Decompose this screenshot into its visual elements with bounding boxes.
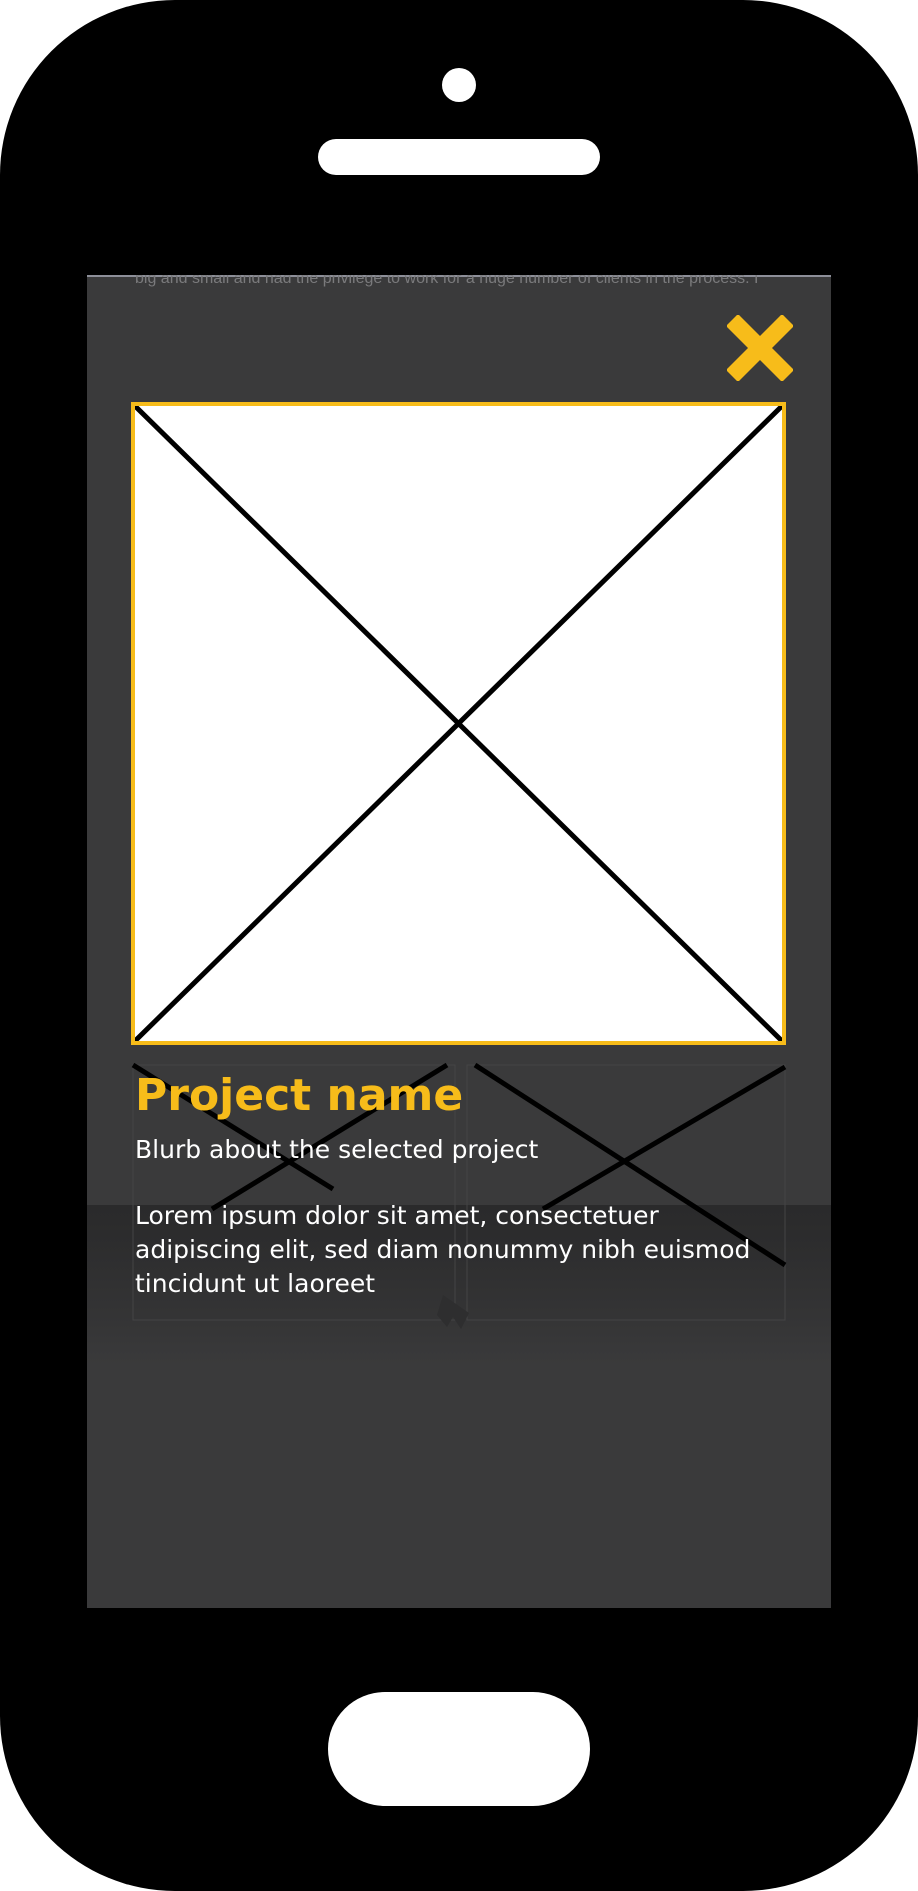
phone-device: big and small and had the privilege to w… bbox=[0, 0, 918, 1891]
project-blurb: Blurb about the selected project bbox=[135, 1135, 539, 1164]
project-description: Lorem ipsum dolor sit amet, consectetuer… bbox=[135, 1201, 751, 1298]
phone-screen: big and small and had the privilege to w… bbox=[87, 275, 831, 1608]
placeholder-cross-icon bbox=[135, 406, 782, 1041]
home-button[interactable] bbox=[328, 1692, 590, 1806]
project-title: Project name bbox=[135, 1070, 464, 1121]
project-image-placeholder bbox=[131, 402, 786, 1045]
earpiece-speaker bbox=[318, 139, 600, 175]
close-icon[interactable] bbox=[725, 313, 795, 383]
front-camera bbox=[442, 68, 476, 102]
